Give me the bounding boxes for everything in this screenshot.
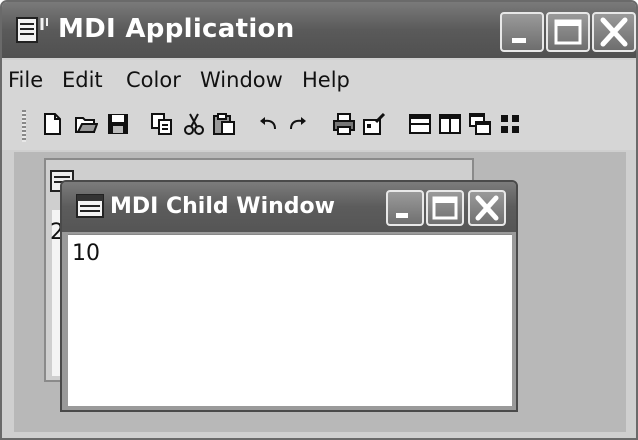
print-button[interactable]	[332, 112, 356, 136]
child-window-title: MDI Child Window	[110, 194, 335, 219]
maximize-icon	[554, 19, 582, 45]
child-close-button[interactable]	[468, 190, 506, 226]
arrange-icons-icon	[501, 115, 519, 133]
tile-vertical-button[interactable]	[438, 112, 462, 136]
paste-button[interactable]	[212, 112, 236, 136]
undo-icon	[260, 117, 276, 130]
mdi-child-window: MDI Child Window 10	[60, 180, 518, 412]
child-client-area[interactable]: 10	[68, 234, 512, 406]
close-icon	[600, 17, 628, 47]
child-titlebar[interactable]: MDI Child Window	[62, 182, 516, 232]
save-icon	[108, 114, 128, 134]
cut-button[interactable]	[182, 112, 206, 136]
menu-help[interactable]: Help	[302, 68, 350, 92]
copy-button[interactable]	[150, 112, 174, 136]
toolbar-grip-icon[interactable]	[22, 110, 26, 142]
app-titlebar[interactable]: MDI Application	[2, 2, 636, 58]
app-title: MDI Application	[58, 14, 295, 44]
cut-icon	[184, 113, 204, 135]
new-document-button[interactable]	[40, 112, 64, 136]
toolbar	[2, 100, 636, 150]
properties-button[interactable]	[362, 112, 386, 136]
minimize-icon	[396, 213, 408, 218]
minimize-button[interactable]	[500, 12, 544, 52]
print-icon	[333, 113, 355, 135]
app-icon	[16, 16, 50, 44]
child-maximize-button[interactable]	[426, 190, 464, 226]
minimize-icon	[512, 38, 526, 43]
child-window-value: 10	[72, 241, 100, 266]
tile-vertical-icon	[439, 114, 461, 134]
menu-file[interactable]: File	[8, 68, 43, 92]
redo-icon	[290, 117, 306, 130]
open-button[interactable]	[74, 112, 98, 136]
maximize-button[interactable]	[546, 12, 590, 52]
redo-button[interactable]	[286, 112, 310, 136]
menu-edit[interactable]: Edit	[62, 68, 103, 92]
new-document-icon	[44, 113, 61, 135]
tile-horizontal-icon	[409, 114, 431, 134]
close-icon	[475, 195, 499, 221]
menu-color[interactable]: Color	[126, 68, 181, 92]
undo-button[interactable]	[256, 112, 280, 136]
child-minimize-button[interactable]	[386, 190, 424, 226]
save-button[interactable]	[106, 112, 130, 136]
maximize-icon	[432, 196, 458, 220]
menu-bar: File Edit Color Window Help	[2, 60, 636, 100]
cascade-button[interactable]	[468, 112, 492, 136]
menu-window[interactable]: Window	[200, 68, 283, 92]
tile-horizontal-button[interactable]	[408, 112, 432, 136]
cascade-icon	[469, 113, 491, 135]
child-window-icon	[76, 194, 104, 218]
properties-icon	[363, 112, 386, 135]
open-folder-icon	[75, 117, 98, 133]
arrange-icons-button[interactable]	[498, 112, 522, 136]
copy-icon	[151, 113, 172, 135]
close-button[interactable]	[592, 12, 636, 52]
paste-icon	[213, 113, 235, 135]
